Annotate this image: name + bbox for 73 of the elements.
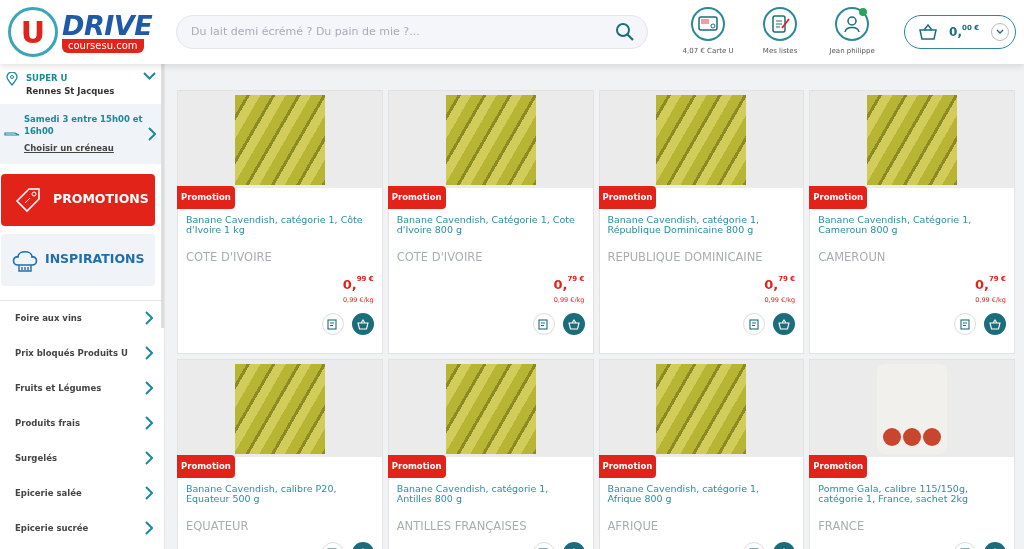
- search-input[interactable]: Du lait demi écrémé ? Du pain de mie ?...: [189, 22, 616, 42]
- add-to-list-button[interactable]: [321, 313, 344, 335]
- chevron-right-icon: [144, 416, 153, 431]
- logo-wordmark: DRIVE: [62, 11, 153, 39]
- add-to-list-button[interactable]: [743, 313, 766, 335]
- choose-slot-link[interactable]: Choisir un créneau: [24, 143, 114, 153]
- inspirations-button[interactable]: INSPIRATIONS: [1, 233, 155, 286]
- promotion-tag: Promotion: [177, 455, 235, 478]
- basket-icon: [778, 318, 791, 330]
- list-icon: [959, 318, 971, 330]
- add-to-cart-button[interactable]: [773, 313, 796, 335]
- search-icon: [615, 22, 636, 42]
- store-city: Rennes St Jacques: [26, 84, 116, 98]
- product-origin: CAMEROUN: [818, 249, 887, 266]
- promotion-tag: Promotion: [598, 455, 657, 478]
- product-title[interactable]: Banane Cavendish, catégorie 1, République Dominicaine 800 g: [607, 215, 796, 249]
- add-to-list-button[interactable]: [954, 313, 976, 335]
- promotion-tag: Promotion: [598, 186, 657, 209]
- user-icon: [842, 14, 863, 35]
- promotion-tag: Promotion: [809, 455, 868, 478]
- car-icon: [4, 129, 20, 138]
- promotions-button[interactable]: PROMOTIONS: [1, 173, 155, 226]
- add-to-cart-button[interactable]: [562, 313, 585, 335]
- product-title[interactable]: Banane Cavendish, catégorie 1, Antilles 800 g: [396, 484, 585, 518]
- product-title[interactable]: Banane Cavendish, calibre P20, Equateur 500 g: [186, 484, 374, 518]
- basket-icon: [989, 318, 1001, 330]
- chevron-right-icon: [144, 311, 153, 326]
- store-name: SUPER U: [26, 72, 69, 85]
- product-origin: EQUATEUR: [186, 518, 250, 535]
- cart-total-units: 0,: [949, 25, 962, 41]
- chevron-right-icon: [144, 346, 153, 361]
- list-icon: [770, 14, 791, 35]
- product-origin: FRANCE: [818, 518, 866, 535]
- product-title[interactable]: Banane Cavendish, catégorie 1, Côte d'Ivoire 1 kg: [186, 215, 374, 249]
- chevron-right-icon: [144, 521, 153, 536]
- delivery-slot: Samedi 3 entre 15h00 et 16h00: [24, 112, 143, 138]
- search-field[interactable]: Du lait demi écrémé ? Du pain de mie ?...: [176, 15, 649, 49]
- promotion-tag: Promotion: [387, 186, 446, 209]
- price-units: 0,: [553, 277, 568, 293]
- chevron-right-icon: [144, 381, 153, 396]
- product-title[interactable]: Banane Cavendish, Catégorie 1, Cote d'Ivoire 800 g: [396, 215, 585, 249]
- product-title[interactable]: Banane Cavendish, catégorie 1, Afrique 800 g: [607, 484, 796, 518]
- product-origin: AFRIQUE: [607, 518, 660, 535]
- logo-letter: U: [8, 7, 58, 57]
- list-icon: [327, 318, 339, 330]
- price-units: 0,: [974, 277, 989, 293]
- location-pin-icon: [6, 72, 18, 86]
- product-origin: COTE D'IVOIRE: [186, 249, 273, 266]
- basket-icon: [356, 318, 369, 330]
- price-units: 0,: [764, 277, 779, 293]
- product-title[interactable]: Pomme Gala, calibre 115/150g, catégorie 1, France, sachet 2kg: [818, 484, 1006, 518]
- list-icon: [748, 318, 760, 330]
- chevron-right-icon: [144, 486, 153, 501]
- basket-icon: [919, 24, 938, 40]
- price-tag-icon: [15, 186, 41, 213]
- chevron-right-icon[interactable]: [147, 126, 156, 141]
- chevron-right-icon: [144, 451, 153, 466]
- product-origin: REPUBLIQUE DOMINICAINE: [607, 249, 764, 266]
- product-origin: COTE D'IVOIRE: [396, 249, 484, 266]
- product-origin: ANTILLES FRANÇAISES: [396, 518, 528, 535]
- add-to-cart-button[interactable]: [351, 313, 374, 335]
- promotion-tag: Promotion: [177, 186, 235, 209]
- list-icon: [538, 318, 549, 330]
- logo-domain: coursesu.com: [62, 38, 144, 53]
- add-to-list-button[interactable]: [532, 313, 555, 335]
- price-units: 0,: [342, 277, 357, 293]
- basket-icon: [567, 318, 580, 330]
- product-title[interactable]: Banane Cavendish, Catégorie 1, Cameroun 800 g: [818, 215, 1006, 249]
- promotion-tag: Promotion: [809, 186, 868, 209]
- chevron-down-icon: [996, 29, 1005, 35]
- add-to-cart-button[interactable]: [984, 313, 1006, 335]
- promotion-tag: Promotion: [387, 455, 446, 478]
- chevron-down-icon[interactable]: [143, 72, 156, 80]
